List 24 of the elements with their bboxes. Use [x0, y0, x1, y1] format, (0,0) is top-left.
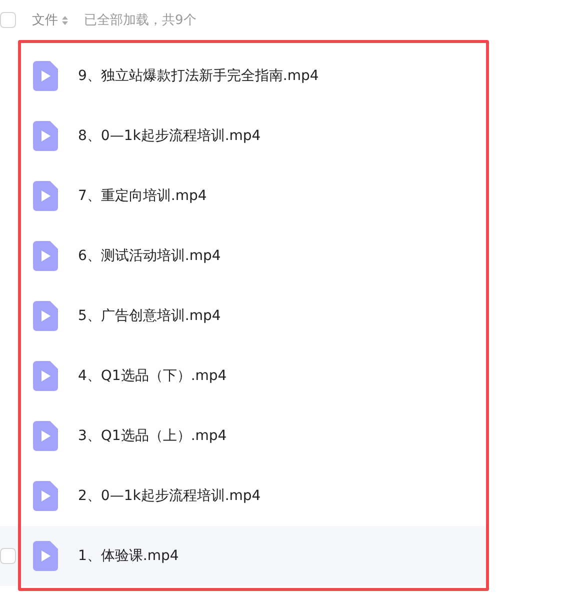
- file-name[interactable]: 4、Q1选品（下）.mp4: [78, 367, 227, 385]
- video-file-icon: [33, 301, 58, 331]
- video-file-icon: [33, 361, 58, 391]
- file-row[interactable]: 1、体验课.mp4: [0, 526, 487, 586]
- video-file-icon: [33, 121, 58, 151]
- file-name[interactable]: 8、0—1k起步流程培训.mp4: [78, 127, 261, 145]
- video-file-icon: [33, 181, 58, 211]
- file-name[interactable]: 2、0—1k起步流程培训.mp4: [78, 487, 261, 505]
- video-file-icon: [33, 481, 58, 511]
- file-name[interactable]: 5、广告创意培训.mp4: [78, 307, 221, 325]
- load-status: 已全部加载，共9个: [84, 12, 196, 29]
- video-file-icon: [33, 541, 58, 571]
- file-name[interactable]: 3、Q1选品（上）.mp4: [78, 427, 227, 445]
- file-column-header[interactable]: 文件: [32, 11, 58, 29]
- file-name[interactable]: 9、独立站爆款打法新手完全指南.mp4: [78, 67, 319, 85]
- row-checkbox[interactable]: [0, 548, 16, 564]
- file-name[interactable]: 7、重定向培训.mp4: [78, 187, 207, 205]
- video-file-icon: [33, 241, 58, 271]
- select-all-checkbox[interactable]: [0, 12, 16, 28]
- file-name[interactable]: 1、体验课.mp4: [78, 547, 179, 565]
- video-file-icon: [33, 421, 58, 451]
- file-name[interactable]: 6、测试活动培训.mp4: [78, 247, 221, 265]
- sort-icon[interactable]: [62, 16, 68, 24]
- video-file-icon: [33, 61, 58, 91]
